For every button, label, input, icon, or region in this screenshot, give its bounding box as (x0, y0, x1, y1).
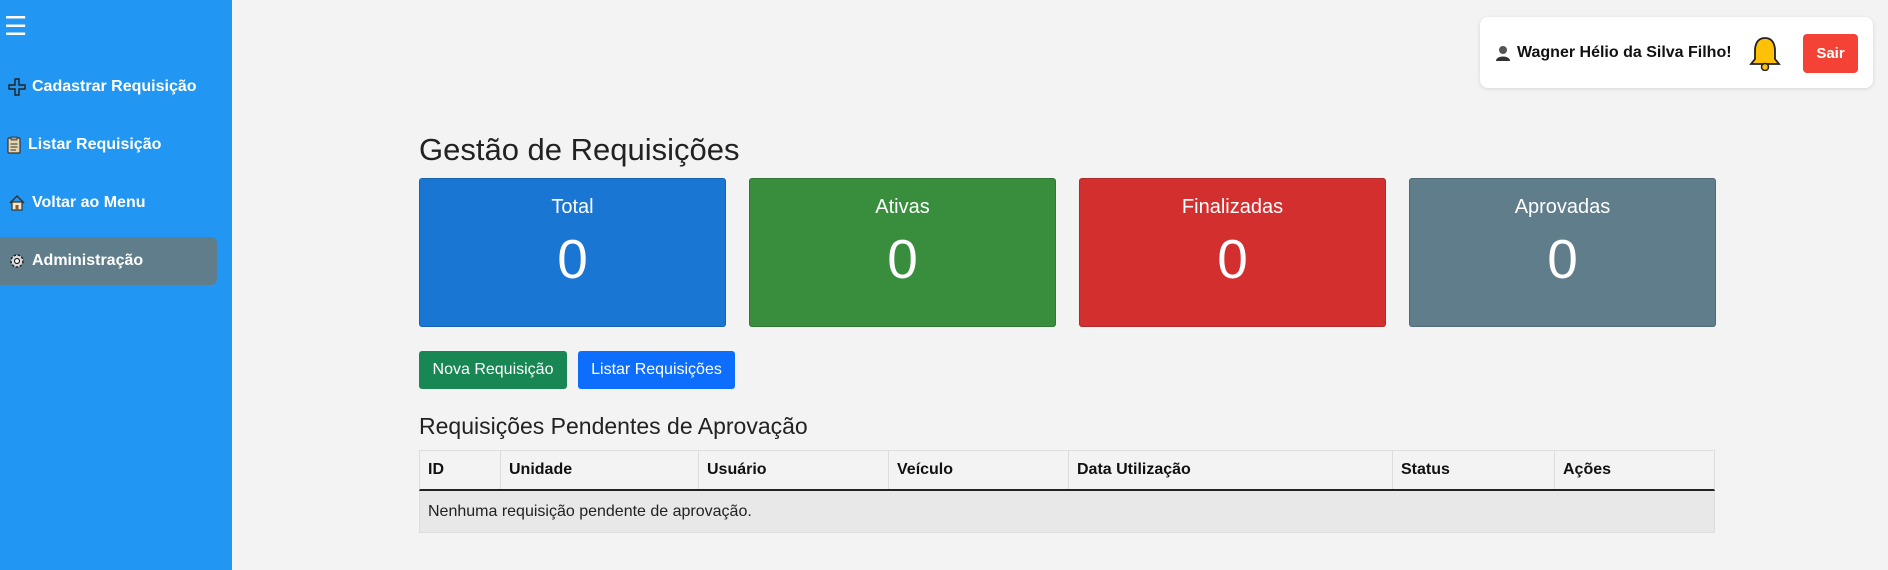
bell-icon[interactable] (1748, 35, 1782, 71)
column-header-id: ID (420, 451, 501, 489)
user-icon (1495, 44, 1511, 62)
column-header-unidade: Unidade (501, 451, 699, 489)
stat-label: Ativas (875, 196, 930, 218)
sidebar-item-label: Cadastrar Requisição (32, 78, 197, 95)
table-header: ID Unidade Usuário Veículo Data Utilizaç… (419, 450, 1715, 491)
column-header-status: Status (1393, 451, 1555, 489)
sidebar-item-label: Listar Requisição (28, 136, 162, 153)
page-title: Gestão de Requisições (419, 132, 740, 167)
column-header-usuario: Usuário (699, 451, 889, 489)
column-header-acoes: Ações (1563, 461, 1612, 478)
logout-button[interactable]: Sair (1803, 34, 1858, 73)
stat-card-ativas: Ativas 0 (749, 178, 1056, 327)
sidebar-item-label: Voltar ao Menu (32, 194, 146, 211)
stat-label: Total (551, 196, 594, 218)
stat-card-aprovadas: Aprovadas 0 (1409, 178, 1716, 327)
stat-value: 0 (557, 228, 588, 290)
sidebar-item-label: Administração (32, 252, 144, 269)
pending-section-title: Requisições Pendentes de Aprovação (419, 413, 808, 439)
gear-icon (6, 252, 28, 270)
plus-icon (6, 78, 28, 96)
column-header-veiculo: Veículo (889, 451, 1069, 489)
sidebar-item-administracao[interactable]: Administração (0, 237, 217, 285)
column-header-data-utilizacao: Data Utilização (1069, 451, 1393, 489)
clipboard-icon (6, 136, 22, 154)
stat-value: 0 (1547, 228, 1578, 290)
empty-table-row: Nenhuma requisição pendente de aprovação… (419, 491, 1715, 533)
stat-label: Aprovadas (1514, 196, 1611, 218)
stat-label: Finalizadas (1181, 196, 1284, 218)
sidebar-item-voltar-ao-menu[interactable]: Voltar ao Menu (0, 179, 217, 227)
sidebar: ☰ Cadastrar Requisição Listar Requisição… (0, 0, 232, 570)
house-icon (6, 194, 28, 212)
pending-requisitions-table: ID Unidade Usuário Veículo Data Utilizaç… (419, 450, 1715, 533)
stat-card-total: Total 0 (419, 178, 726, 327)
list-requisitions-button[interactable]: Listar Requisições (578, 351, 735, 389)
new-requisition-button[interactable]: Nova Requisição (419, 351, 567, 389)
sidebar-item-cadastrar-requisicao[interactable]: Cadastrar Requisição (0, 63, 217, 111)
menu-toggle-icon[interactable]: ☰ (4, 12, 27, 40)
stat-card-finalizadas: Finalizadas 0 (1079, 178, 1386, 327)
stat-value: 0 (1217, 228, 1248, 290)
stat-value: 0 (887, 228, 918, 290)
user-card: Wagner Hélio da Silva Filho! Sair (1480, 17, 1873, 88)
sidebar-item-listar-requisicao[interactable]: Listar Requisição (0, 121, 217, 169)
user-name: Wagner Hélio da Silva Filho! (1517, 43, 1732, 61)
